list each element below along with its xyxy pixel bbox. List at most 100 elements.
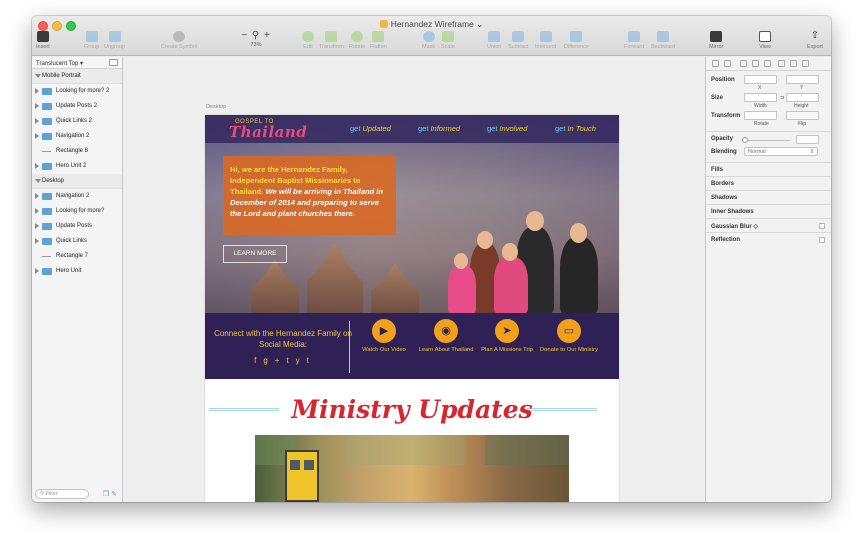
disclosure-right-icon[interactable] [35,163,39,169]
layer-group[interactable]: Update Posts 2 [32,99,122,114]
disclosure-right-icon[interactable] [35,238,39,244]
desktop-artboard[interactable]: GOSPEL TO Thailand get Updated get Informe… [205,115,619,502]
x-field[interactable] [744,75,777,84]
document-title[interactable]: Hernandez Wireframe ⌄ [32,19,831,30]
rotate-field[interactable] [744,111,777,120]
layer-rectangle[interactable]: Rectangle 7 [32,249,122,264]
artboard-filter-icon[interactable]: ❐ [103,491,109,498]
align-bottom-icon[interactable] [802,60,809,67]
difference-button[interactable]: Difference [564,31,589,50]
cta-plan-trip[interactable]: ➤ Plan A Missions Trip [478,319,536,354]
disclosure-right-icon[interactable] [35,208,39,214]
layer-rectangle[interactable]: Rectangle 8 [32,144,122,159]
create-symbol-button[interactable]: Create Symbol [161,31,197,50]
nav-link-in-touch[interactable]: get In Touch [555,124,596,133]
google-plus-icon[interactable]: g+ [263,356,286,365]
layer-group[interactable]: Hero Unit 2 [32,159,122,174]
cta-watch-video[interactable]: ▶ Watch Our Video [355,319,413,354]
learn-more-button[interactable]: LEARN MORE [223,245,287,263]
layer-group[interactable]: Quick Links 2 [32,114,122,129]
intersect-button[interactable]: Intersect [535,31,556,50]
cta-learn-thailand[interactable]: ◉ Learn About Thailand [417,319,475,354]
ungroup-button[interactable]: Ungroup [104,31,125,50]
lock-ratio-icon[interactable]: ⊐ [780,95,784,101]
group-button[interactable]: Group [84,31,99,50]
distribute-vertical-icon[interactable] [724,60,731,67]
logo[interactable]: Thailand [229,123,307,141]
y-field[interactable] [786,75,819,84]
align-left-icon[interactable] [740,60,747,67]
rotate-button[interactable]: Rotate [349,31,365,50]
inspector-section[interactable]: Shadows [706,190,831,204]
filter-input[interactable]: ⚲ Filter [35,489,89,499]
zoom-control[interactable]: − ⚲ + 73% [236,30,276,48]
nav-link-involved[interactable]: get Involved [487,124,527,133]
flatten-button[interactable]: Flatten [370,31,387,50]
edited-filter-icon[interactable]: ✎ [111,491,117,498]
page-selector[interactable]: Translucent Top ▾ [32,57,122,69]
distribute-horizontal-icon[interactable] [712,60,719,67]
forward-button[interactable]: Forward [624,31,644,50]
disclosure-right-icon[interactable] [35,268,39,274]
section-checkbox[interactable] [819,223,825,229]
align-top-icon[interactable] [778,60,785,67]
section-checkbox[interactable] [819,237,825,243]
align-center-icon[interactable] [752,60,759,67]
layer-group[interactable]: Navigation 2 [32,189,122,204]
opacity-slider[interactable] [742,137,790,143]
youtube-icon[interactable]: yt [296,356,316,365]
inspector-section[interactable]: Inner Shadows [706,204,831,218]
disclosure-right-icon[interactable] [35,193,39,199]
pages-toggle-button[interactable] [109,59,118,66]
layer-artboard[interactable]: Mobile Portrait [32,69,122,84]
insert-button[interactable]: Insert [36,31,50,50]
disclosure-right-icon[interactable] [35,118,39,124]
layer-group[interactable]: Looking for more? [32,204,122,219]
layer-group[interactable]: Hero Unit [32,264,122,279]
disclosure-right-icon[interactable] [35,133,39,139]
inspector-section[interactable]: Fills [706,162,831,176]
export-button[interactable]: ⇧ Export [807,31,823,51]
align-middle-icon[interactable] [790,60,797,67]
artboard-label[interactable]: Desktop [206,104,226,110]
canvas[interactable]: Desktop GOSPEL TO Thailand get Updated g… [124,57,704,502]
opacity-slider-knob[interactable] [742,137,748,143]
layer-group[interactable]: Navigation 2 [32,129,122,144]
cta-donate[interactable]: ▭ Donate to Our Ministry [540,319,598,354]
layer-artboard[interactable]: Desktop [32,174,122,189]
hero-unit[interactable]: GOSPEL TO Thailand get Updated get Informe… [205,115,619,313]
twitter-icon[interactable]: t [286,356,295,365]
edit-button[interactable]: Edit [302,31,314,50]
inspector-section[interactable]: Reflection [706,232,831,246]
flip-buttons[interactable] [786,111,819,120]
disclosure-right-icon[interactable] [35,88,39,94]
inspector-section[interactable]: Gaussian Blur ◇ [706,218,831,232]
disclosure-down-icon[interactable] [35,74,41,78]
scale-button[interactable]: Scale [441,31,455,50]
backward-button[interactable]: Backward [651,31,675,50]
zoom-in-button[interactable]: + [264,30,271,41]
nav-link-informed[interactable]: get Informed [418,124,460,133]
mask-button[interactable]: Mask [422,31,435,50]
width-field[interactable] [744,93,777,102]
nav-link-updated[interactable]: get Updated [350,124,391,133]
align-right-icon[interactable] [764,60,771,67]
view-button[interactable]: View [759,31,771,50]
layer-group[interactable]: Quick Links [32,234,122,249]
disclosure-right-icon[interactable] [35,103,39,109]
layer-group[interactable]: Update Posts [32,219,122,234]
layer-filter-options[interactable]: ❐ ✎ [103,490,117,498]
disclosure-down-icon[interactable] [35,179,41,183]
zoom-out-button[interactable]: − [241,30,248,41]
disclosure-right-icon[interactable] [35,223,39,229]
inspector-section[interactable]: Borders [706,176,831,190]
blending-select[interactable]: Normal ⇕ [744,147,818,156]
facebook-icon[interactable]: f [254,356,263,365]
transform-button[interactable]: Transform [319,31,344,50]
height-field[interactable] [786,93,819,102]
union-button[interactable]: Union [487,31,501,50]
mirror-button[interactable]: Mirror [709,31,723,50]
subtract-button[interactable]: Subtract [508,31,528,50]
opacity-field[interactable] [796,135,819,144]
layer-group[interactable]: Looking for more? 2 [32,84,122,99]
